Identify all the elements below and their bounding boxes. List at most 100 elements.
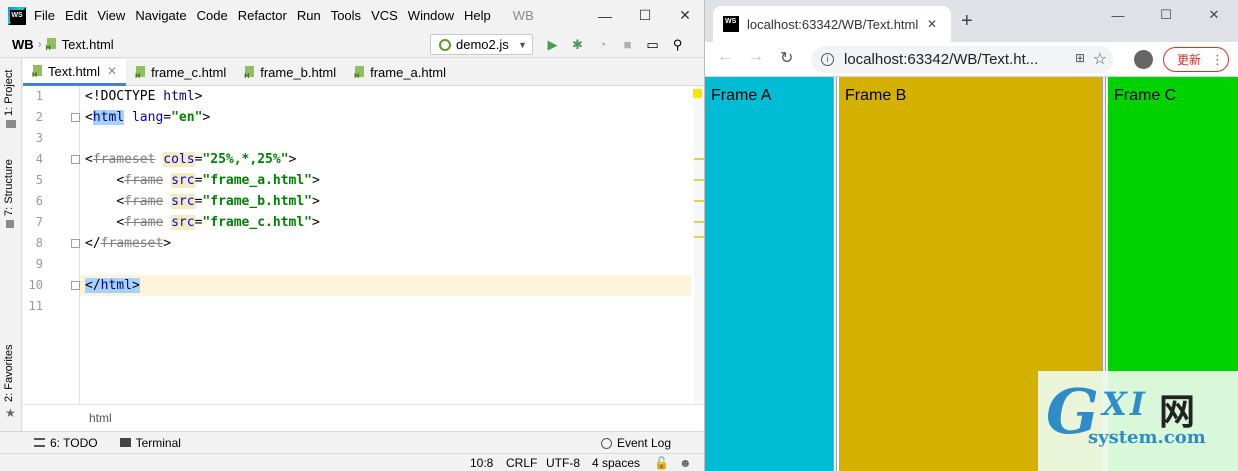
close-button[interactable]: ✕ <box>1190 0 1238 30</box>
menu-help[interactable]: Help <box>464 8 491 23</box>
editor-gutter: 1 2 3 4 5 6 7 8 9 10 11 <box>23 86 80 404</box>
more-menu-icon: ⋮ <box>1211 51 1224 67</box>
menu-view[interactable]: View <box>97 8 125 23</box>
breadcrumb-file[interactable]: Text.html <box>62 37 114 52</box>
indent-setting[interactable]: 4 spaces <box>592 456 640 470</box>
update-button[interactable]: 更新 ⋮ <box>1163 47 1229 72</box>
menu-navigate[interactable]: Navigate <box>135 8 186 23</box>
status-bar: 10:8 CRLF UTF-8 4 spaces 🔓 ☻ <box>0 453 704 471</box>
translate-icon[interactable]: ⊞ <box>1075 51 1085 65</box>
breadcrumb-project[interactable]: WB <box>12 37 34 52</box>
fold-marker-icon[interactable] <box>71 155 80 164</box>
tab-label: frame_a.html <box>370 65 446 80</box>
browser-tab[interactable]: WS localhost:63342/WB/Text.html ✕ <box>713 6 951 42</box>
inspection-status-icon[interactable] <box>693 89 702 98</box>
code-editor[interactable]: 1 2 3 4 5 6 7 8 9 10 11 <!DOCTYPE html> … <box>23 86 704 404</box>
lock-icon[interactable]: 🔓 <box>654 456 669 470</box>
terminal-tool-button[interactable]: Terminal <box>119 436 181 450</box>
fold-marker-icon[interactable] <box>71 113 80 122</box>
file-encoding[interactable]: UTF-8 <box>546 456 580 470</box>
maximize-button[interactable]: ☐ <box>1142 0 1190 30</box>
terminal-window-icon[interactable]: ▭ <box>640 31 665 58</box>
favorites-tool-tab[interactable]: 2: Favorites <box>3 345 15 402</box>
menu-vcs[interactable]: VCS <box>371 8 398 23</box>
menu-run[interactable]: Run <box>297 8 321 23</box>
inspector-icon[interactable]: ☻ <box>679 456 692 470</box>
profile-avatar-icon[interactable] <box>1134 50 1153 69</box>
debug-icon[interactable]: ✱ <box>565 31 590 58</box>
run-configuration-label: demo2.js <box>456 37 509 52</box>
breadcrumb-html[interactable]: html <box>89 411 112 425</box>
line-number: 1 <box>35 89 43 103</box>
maximize-button[interactable]: ☐ <box>625 0 665 31</box>
frame-divider[interactable] <box>833 77 837 471</box>
line-separator[interactable]: CRLF <box>506 456 537 470</box>
menu-window[interactable]: Window <box>408 8 454 23</box>
minimize-button[interactable]: — <box>1094 0 1142 30</box>
reload-icon[interactable]: ↻ <box>780 48 793 68</box>
close-tab-icon[interactable]: ✕ <box>927 17 937 31</box>
info-icon[interactable]: i <box>821 53 834 66</box>
run-configuration-select[interactable]: demo2.js ▼ <box>430 34 533 55</box>
webstorm-favicon-icon: WS <box>723 16 739 32</box>
gxi-watermark-logo: G XI 网 system.com <box>1038 371 1238 471</box>
menu-refactor[interactable]: Refactor <box>238 8 287 23</box>
project-tool-tab[interactable]: 1: Project <box>3 70 15 116</box>
menu-tools[interactable]: Tools <box>331 8 361 23</box>
warning-marker[interactable] <box>694 236 704 238</box>
tab-label: Text.html <box>48 63 101 79</box>
list-icon <box>34 438 45 447</box>
structure-icon <box>6 220 14 228</box>
tab-text-html[interactable]: Text.html ✕ <box>23 59 127 86</box>
new-tab-button[interactable]: + <box>961 10 973 33</box>
warning-marker[interactable] <box>694 221 704 223</box>
close-tab-icon[interactable]: ✕ <box>107 64 117 78</box>
address-bar[interactable]: i localhost:63342/WB/Text.ht... ⊞ ☆ <box>811 46 1113 73</box>
bookmark-star-icon[interactable]: ☆ <box>1093 49 1107 69</box>
browser-titlebar: WS localhost:63342/WB/Text.html ✕ + — ☐ … <box>705 0 1238 42</box>
frame-a: Frame A <box>705 77 833 471</box>
menu-bar: WS File Edit View Navigate Code Refactor… <box>0 0 704 31</box>
tab-frame-b-html[interactable]: frame_b.html <box>235 59 345 86</box>
structure-tool-tab[interactable]: 7: Structure <box>3 159 15 216</box>
todo-tool-button[interactable]: 6: TODO <box>34 436 98 450</box>
page-viewport: Frame A Frame B Frame C G XI 网 system.co… <box>705 77 1238 471</box>
warning-marker[interactable] <box>694 179 704 181</box>
browser-toolbar: ← → ↻ i localhost:63342/WB/Text.ht... ⊞ … <box>705 42 1238 77</box>
chevron-down-icon: ▼ <box>518 39 527 50</box>
line-number: 7 <box>35 215 43 229</box>
warning-marker[interactable] <box>694 200 704 202</box>
warning-marker[interactable] <box>694 158 704 160</box>
back-arrow-icon[interactable]: ← <box>717 48 733 66</box>
caret-position[interactable]: 10:8 <box>470 456 493 470</box>
line-number: 4 <box>35 152 43 166</box>
close-button[interactable]: ✕ <box>665 0 704 31</box>
url-text: localhost:63342/WB/Text.ht... <box>844 51 1039 68</box>
line-number: 11 <box>28 299 43 313</box>
menu-file[interactable]: File <box>34 8 55 23</box>
forward-arrow-icon[interactable]: → <box>748 48 764 66</box>
tab-frame-a-html[interactable]: frame_a.html <box>345 59 455 86</box>
stop-icon[interactable]: ■ <box>615 31 640 58</box>
coverage-icon[interactable]: ◔ <box>590 31 615 58</box>
fold-marker-icon[interactable] <box>71 239 80 248</box>
event-log-button[interactable]: Event Log <box>600 436 671 450</box>
line-number: 2 <box>35 110 43 124</box>
menu-code[interactable]: Code <box>197 8 228 23</box>
code-area[interactable]: <!DOCTYPE html> <html lang="en"> <frames… <box>85 86 691 404</box>
left-tool-strip: 1: Project 7: Structure 2: Favorites ★ <box>0 58 22 431</box>
event-log-icon <box>600 437 612 449</box>
tab-frame-c-html[interactable]: frame_c.html <box>126 59 235 86</box>
menu-edit[interactable]: Edit <box>65 8 87 23</box>
run-icon[interactable]: ▶ <box>540 31 565 58</box>
line-number: 6 <box>35 194 43 208</box>
tab-label: frame_c.html <box>151 65 227 80</box>
code-line-1: <!DOCTYPE html> <box>85 89 203 104</box>
code-line-4: <frameset cols="25%,*,25%"> <box>85 152 297 167</box>
fold-marker-icon[interactable] <box>71 281 80 290</box>
search-icon[interactable]: ⚲ <box>665 31 690 58</box>
line-number: 10 <box>28 278 43 292</box>
minimize-button[interactable]: — <box>585 0 625 31</box>
html-file-icon <box>46 37 58 52</box>
html-file-icon <box>244 66 256 80</box>
